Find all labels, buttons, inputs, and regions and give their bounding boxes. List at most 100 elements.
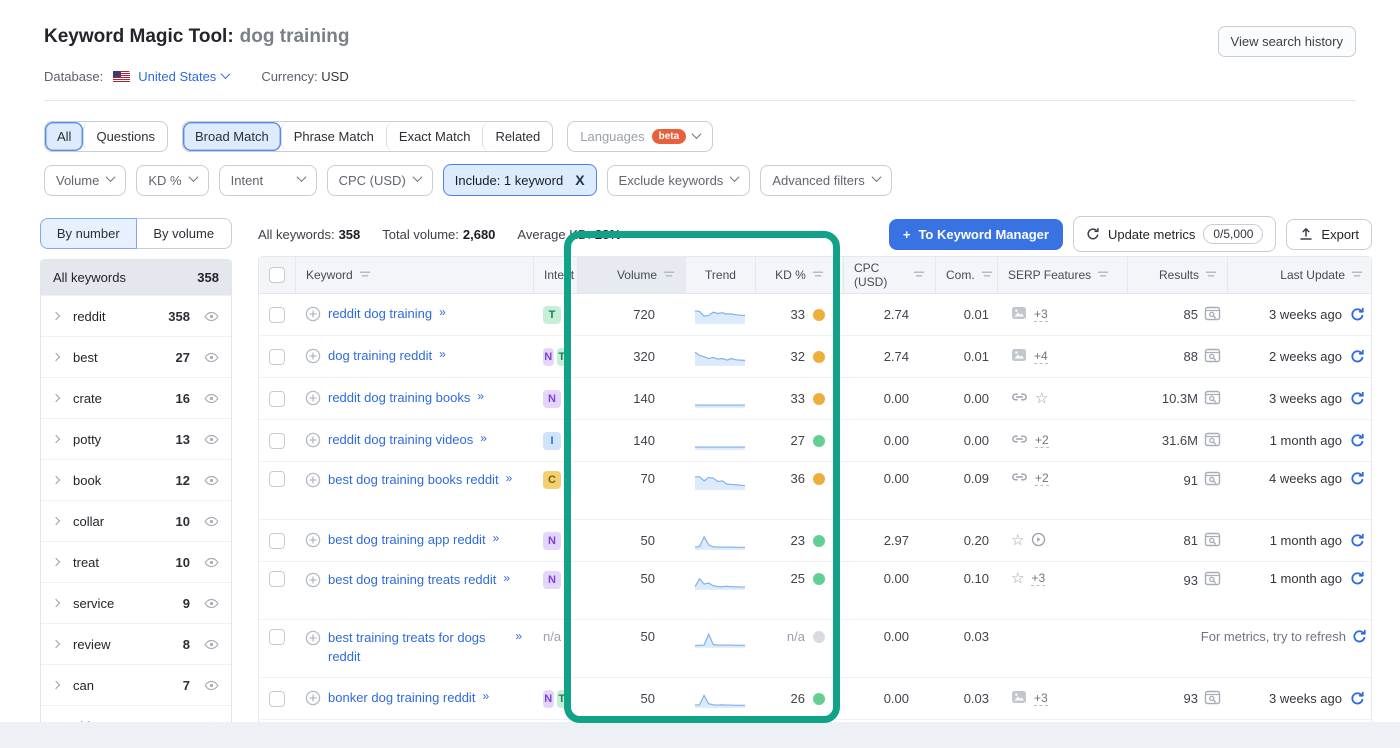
refresh-row-icon[interactable] — [1350, 571, 1365, 586]
column-header-volume[interactable]: Volume — [577, 257, 685, 293]
serp-preview-icon[interactable] — [1204, 471, 1221, 489]
add-keyword-icon[interactable] — [305, 432, 321, 448]
column-header-serp[interactable]: SERP Features — [997, 257, 1127, 293]
serp-preview-icon[interactable] — [1204, 306, 1221, 324]
add-keyword-icon[interactable] — [305, 630, 321, 646]
expand-keyword-icon[interactable]: » — [506, 471, 514, 485]
serp-more-link[interactable]: +2 — [1035, 471, 1049, 486]
preview-eye-icon[interactable] — [204, 475, 219, 486]
sidebar-group-treat[interactable]: treat10 — [41, 541, 231, 582]
filter-intent[interactable]: Intent — [219, 165, 317, 196]
add-keyword-icon[interactable] — [305, 306, 321, 322]
update-metrics-button[interactable]: Update metrics 0/5,000 — [1073, 216, 1276, 252]
sidebar-group-service[interactable]: service9 — [41, 582, 231, 623]
refresh-row-icon[interactable] — [1350, 533, 1365, 548]
expand-keyword-icon[interactable]: » — [503, 571, 511, 585]
add-keyword-icon[interactable] — [305, 532, 321, 548]
sort-icon[interactable] — [913, 268, 925, 282]
sidebar-toggle-by-volume[interactable]: By volume — [137, 218, 233, 249]
match-tab-questions[interactable]: Questions — [83, 122, 167, 151]
expand-keyword-icon[interactable]: » — [482, 689, 490, 703]
languages-dropdown[interactable]: Languages beta — [567, 121, 713, 152]
sidebar-group-can[interactable]: can7 — [41, 664, 231, 705]
sidebar-group-reddit[interactable]: reddit358 — [41, 295, 231, 336]
preview-eye-icon[interactable] — [204, 639, 219, 650]
column-header-keyword[interactable]: Keyword — [295, 257, 533, 293]
column-header-results[interactable]: Results — [1127, 257, 1227, 293]
keyword-link[interactable]: best training treats for dogs reddit — [328, 629, 508, 667]
expand-keyword-icon[interactable]: » — [439, 347, 447, 361]
sort-icon[interactable] — [359, 268, 371, 282]
add-keyword-icon[interactable] — [305, 348, 321, 364]
sort-icon[interactable] — [1351, 268, 1363, 282]
refresh-row-icon[interactable] — [1350, 391, 1365, 406]
sort-icon[interactable] — [1097, 268, 1109, 282]
filter-kd-[interactable]: KD % — [136, 165, 208, 196]
sidebar-group-collar[interactable]: collar10 — [41, 500, 231, 541]
preview-eye-icon[interactable] — [204, 516, 219, 527]
preview-eye-icon[interactable] — [204, 311, 219, 322]
filter-cpc-usd-[interactable]: CPC (USD) — [327, 165, 433, 196]
refresh-row-icon[interactable] — [1350, 433, 1365, 448]
serp-more-link[interactable]: +3 — [1031, 571, 1045, 586]
sidebar-group-crate[interactable]: crate16 — [41, 377, 231, 418]
keyword-link[interactable]: best dog training app reddit — [328, 531, 486, 550]
add-keyword-icon[interactable] — [305, 690, 321, 706]
row-checkbox[interactable] — [269, 571, 285, 587]
match-tab-exact-match[interactable]: Exact Match — [386, 122, 483, 151]
row-checkbox[interactable] — [269, 629, 285, 645]
expand-keyword-icon[interactable]: » — [480, 431, 488, 445]
serp-preview-icon[interactable] — [1204, 432, 1221, 450]
add-keyword-icon[interactable] — [305, 572, 321, 588]
sidebar-group-review[interactable]: review8 — [41, 623, 231, 664]
serp-more-link[interactable]: +3 — [1034, 691, 1048, 706]
keyword-link[interactable]: best dog training books reddit — [328, 471, 499, 490]
keyword-link[interactable]: bonker dog training reddit — [328, 689, 475, 708]
match-tab-related[interactable]: Related — [482, 122, 552, 151]
expand-keyword-icon[interactable]: » — [477, 389, 485, 403]
refresh-row-icon[interactable] — [1350, 307, 1365, 322]
row-checkbox[interactable] — [269, 349, 285, 365]
sort-icon[interactable] — [812, 268, 824, 282]
serp-preview-icon[interactable] — [1204, 532, 1221, 550]
sidebar-group-best[interactable]: best27 — [41, 336, 231, 377]
preview-eye-icon[interactable] — [204, 598, 219, 609]
refresh-row-icon[interactable] — [1350, 471, 1365, 486]
view-search-history-button[interactable]: View search history — [1218, 26, 1356, 57]
keyword-link[interactable]: dog training reddit — [328, 347, 432, 366]
refresh-row-icon[interactable] — [1350, 691, 1365, 706]
preview-eye-icon[interactable] — [204, 680, 219, 691]
serp-preview-icon[interactable] — [1204, 348, 1221, 366]
refresh-row-icon[interactable] — [1352, 629, 1367, 644]
row-checkbox[interactable] — [269, 433, 285, 449]
row-checkbox[interactable] — [269, 471, 285, 487]
sort-icon[interactable] — [981, 268, 993, 282]
match-tab-broad-match[interactable]: Broad Match — [183, 122, 281, 151]
column-header-com[interactable]: Com. — [935, 257, 997, 293]
row-checkbox[interactable] — [269, 691, 285, 707]
column-header-kd[interactable]: KD % — [755, 257, 843, 293]
preview-eye-icon[interactable] — [204, 557, 219, 568]
sidebar-group-potty[interactable]: potty13 — [41, 418, 231, 459]
select-all-checkbox[interactable] — [269, 267, 285, 283]
row-checkbox[interactable] — [269, 533, 285, 549]
sidebar-all-keywords-row[interactable]: All keywords 358 — [41, 260, 231, 295]
row-checkbox[interactable] — [269, 307, 285, 323]
serp-more-link[interactable]: +2 — [1035, 433, 1049, 448]
preview-eye-icon[interactable] — [204, 352, 219, 363]
serp-preview-icon[interactable] — [1204, 390, 1221, 408]
row-checkbox[interactable] — [269, 391, 285, 407]
serp-preview-icon[interactable] — [1204, 690, 1221, 708]
sidebar-toggle-by-number[interactable]: By number — [40, 218, 137, 249]
filter-volume[interactable]: Volume — [44, 165, 126, 196]
export-button[interactable]: Export — [1286, 219, 1372, 250]
column-header-last_update[interactable]: Last Update — [1227, 257, 1373, 293]
expand-keyword-icon[interactable]: » — [515, 629, 523, 643]
add-keyword-icon[interactable] — [305, 472, 321, 488]
refresh-row-icon[interactable] — [1350, 349, 1365, 364]
sort-icon[interactable] — [1205, 268, 1217, 282]
sort-icon[interactable] — [663, 268, 675, 282]
add-keyword-icon[interactable] — [305, 390, 321, 406]
to-keyword-manager-button[interactable]: + To Keyword Manager — [889, 219, 1063, 250]
filter-advanced-filters[interactable]: Advanced filters — [760, 165, 892, 196]
